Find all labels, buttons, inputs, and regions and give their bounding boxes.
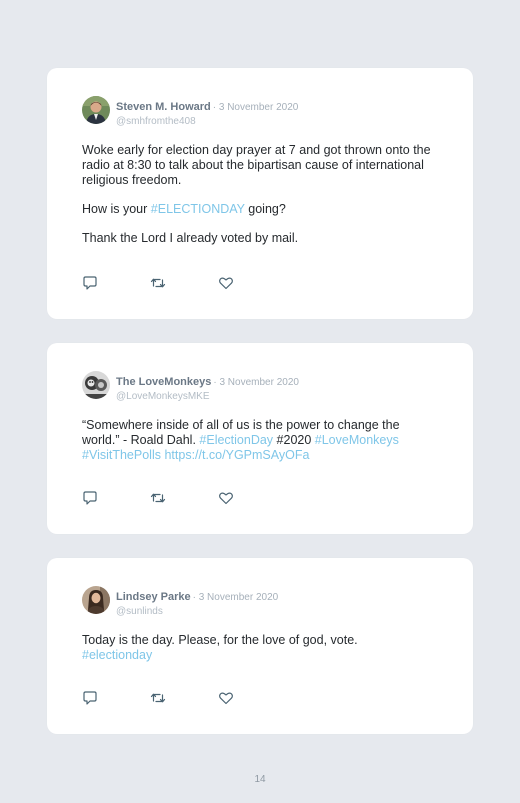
tweet-date: · 3 November 2020 (212, 102, 299, 113)
reply-icon[interactable] (82, 275, 98, 291)
tweet-date: · 3 November 2020 (213, 377, 299, 388)
author-name[interactable]: Steven M. Howard (116, 101, 211, 113)
author-handle[interactable]: @sunlinds (116, 606, 278, 617)
retweet-icon[interactable] (150, 690, 166, 706)
retweet-icon[interactable] (150, 275, 166, 291)
tweet-meta: Steven M. Howard · 3 November 2020 @smhfr… (116, 97, 298, 127)
retweet-icon[interactable] (150, 490, 166, 506)
tweet-paragraph: Woke early for election day prayer at 7 … (82, 143, 431, 187)
url-link[interactable]: https://t.co/YGPmSAyOFa (164, 448, 309, 462)
tweet-paragraph: Today is the day. Please, for the love o… (82, 633, 439, 663)
tweet-text: Woke early for election day prayer at 7 … (82, 143, 439, 246)
tweet-text: “Somewhere inside of all of us is the po… (82, 418, 425, 463)
heart-icon[interactable] (218, 275, 234, 291)
avatar[interactable] (82, 371, 110, 399)
hashtag-link[interactable]: #LoveMonkeys (315, 433, 399, 447)
author-handle[interactable]: @smhfromthe408 (116, 116, 298, 127)
avatar[interactable] (82, 586, 110, 614)
heart-icon[interactable] (218, 690, 234, 706)
text-segment: #2020 (273, 433, 315, 447)
tweet-paragraph: “Somewhere inside of all of us is the po… (82, 418, 425, 463)
author-name[interactable]: Lindsey Parke (116, 591, 191, 603)
author-name[interactable]: The LoveMonkeys (116, 376, 211, 388)
tweet-card: The LoveMonkeys · 3 November 2020 @LoveMo… (47, 343, 473, 534)
tweet-card: Steven M. Howard · 3 November 2020 @smhfr… (47, 68, 473, 319)
tweet-text: Today is the day. Please, for the love o… (82, 633, 439, 663)
tweet-paragraph: Thank the Lord I already voted by mail. (82, 231, 299, 245)
page-number: 14 (254, 774, 266, 785)
reply-icon[interactable] (82, 690, 98, 706)
hashtag-link[interactable]: #electionday (82, 648, 152, 662)
author-handle[interactable]: @LoveMonkeysMKE (116, 391, 299, 402)
text-segment: Today is the day. Please, for the love o… (82, 633, 358, 647)
tweet-paragraph: How is your #ELECTIONDAY going? (82, 202, 439, 217)
text-segment: going? (244, 202, 286, 216)
hashtag-link[interactable]: #VisitThePolls (82, 448, 161, 462)
text-segment: How is your (82, 202, 151, 216)
tweet-meta: The LoveMonkeys · 3 November 2020 @LoveMo… (116, 372, 299, 402)
hashtag-link[interactable]: #ElectionDay (199, 433, 273, 447)
hashtag-link[interactable]: #ELECTIONDAY (151, 202, 245, 216)
tweet-card: Lindsey Parke · 3 November 2020 @sunlinds… (47, 558, 473, 734)
heart-icon[interactable] (218, 490, 234, 506)
avatar[interactable] (82, 96, 110, 124)
tweet-meta: Lindsey Parke · 3 November 2020 @sunlinds (116, 587, 278, 617)
reply-icon[interactable] (82, 490, 98, 506)
tweet-date: · 3 November 2020 (192, 592, 279, 603)
